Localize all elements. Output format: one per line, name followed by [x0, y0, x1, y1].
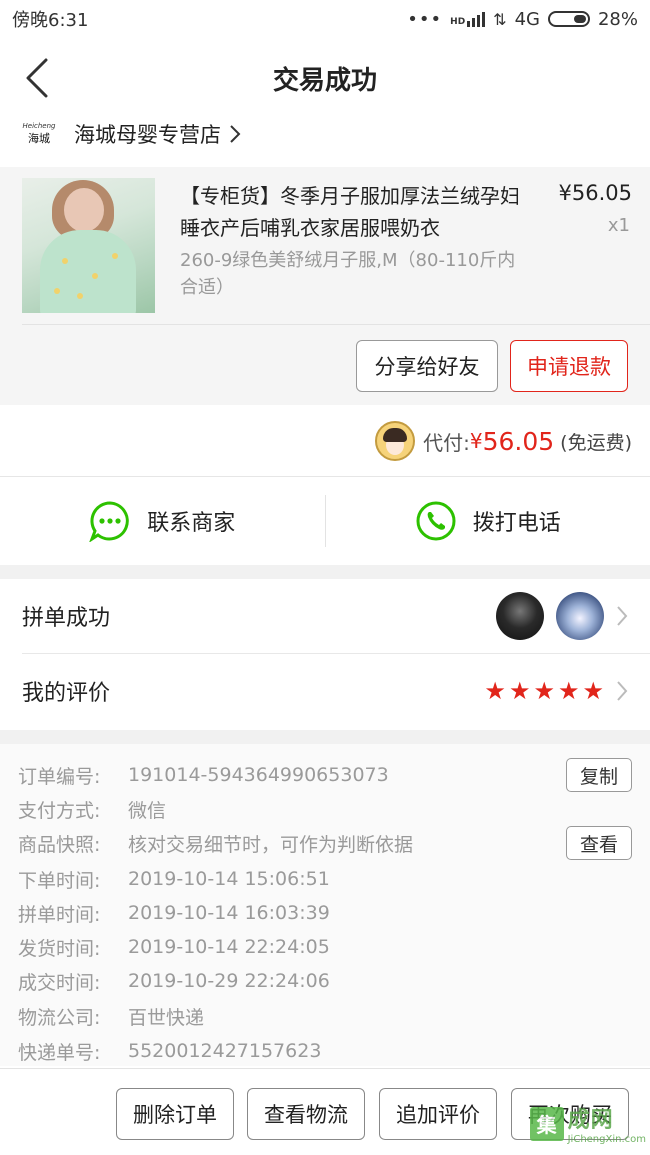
- deal-time-row: 成交时间: 2019-10-29 22:24:06: [18, 964, 330, 998]
- info-key: 快递单号:: [18, 1041, 101, 1064]
- snapshot-row: 商品快照: 核对交易细节时，可作为判断依据: [18, 826, 413, 860]
- tracking-number: 5520012427157623: [128, 1040, 322, 1062]
- nav-bar: 交易成功: [0, 40, 650, 116]
- info-key: 下单时间:: [18, 869, 101, 892]
- avatar: [556, 592, 604, 640]
- section-gap: [0, 730, 650, 744]
- divider: [22, 324, 650, 325]
- group-members: [496, 579, 628, 653]
- product-title[interactable]: 【专柜货】冬季月子服加厚法兰绒孕妇睡衣产后哺乳衣家居服喂奶衣: [180, 180, 525, 244]
- avatar: [496, 592, 544, 640]
- battery-level: 28%: [597, 8, 638, 30]
- snapshot-desc: 核对交易细节时，可作为判断依据: [128, 833, 414, 856]
- my-review-row[interactable]: 我的评价 ★ ★ ★ ★ ★: [0, 654, 650, 728]
- more-dots-icon: •••: [407, 8, 443, 30]
- review-rating: ★ ★ ★ ★ ★: [484, 654, 628, 728]
- payer-avatar: [375, 421, 416, 461]
- contact-row: 联系商家 拨打电话: [0, 477, 650, 565]
- contact-merchant-label: 联系商家: [147, 511, 236, 536]
- info-key: 拼单时间:: [18, 903, 101, 926]
- star-icon: ★: [582, 677, 604, 705]
- data-arrows-icon: ⇅: [493, 9, 507, 29]
- phone-icon: [416, 501, 456, 541]
- info-key: 订单编号:: [18, 765, 101, 788]
- signal-icon: HD: [450, 11, 486, 27]
- info-key: 支付方式:: [18, 799, 101, 822]
- network-type: 4G: [514, 8, 540, 30]
- battery-icon: [547, 11, 590, 27]
- back-arrow-icon[interactable]: [22, 58, 62, 98]
- signal-hd-label: HD: [450, 16, 466, 27]
- shipping-note: (免运费): [560, 431, 632, 454]
- group-label: 拼单成功: [22, 606, 111, 631]
- tracking-row: 快递单号: 5520012427157623: [18, 1034, 321, 1068]
- product-card[interactable]: 【专柜货】冬季月子服加厚法兰绒孕妇睡衣产后哺乳衣家居服喂奶衣 260-9绿色美舒…: [0, 167, 650, 405]
- call-label: 拨打电话: [472, 511, 561, 536]
- payment-amount: 56.05: [482, 426, 555, 456]
- status-time: 傍晚6:31: [12, 10, 89, 31]
- copy-button[interactable]: 复制: [566, 758, 632, 792]
- store-name: 海城母婴专营店: [74, 123, 221, 147]
- logistics-row: 物流公司: 百世快递: [18, 999, 204, 1033]
- pay-method: 微信: [128, 799, 167, 822]
- order-info: 订单编号: 191014-594364990653073 复制 支付方式: 微信…: [0, 744, 650, 1066]
- rating-stars: ★ ★ ★ ★ ★: [484, 677, 604, 705]
- star-icon: ★: [557, 677, 580, 705]
- ship-time-row: 发货时间: 2019-10-14 22:24:05: [18, 930, 330, 964]
- info-key: 物流公司:: [18, 1006, 101, 1029]
- review-label: 我的评价: [22, 681, 111, 706]
- call-button[interactable]: 拨打电话: [326, 500, 650, 542]
- payment-row: 代付: ¥ 56.05 (免运费): [0, 408, 650, 474]
- chevron-right-icon: [617, 606, 628, 626]
- bottom-action-bar: 删除订单 查看物流 追加评价 再次购买 集 成网 JiChengXin.com: [0, 1068, 650, 1155]
- star-icon: ★: [533, 677, 555, 705]
- status-bar: 傍晚6:31 ••• HD ⇅ 4G 28%: [0, 0, 650, 38]
- product-image[interactable]: [22, 178, 155, 313]
- status-icons: ••• HD ⇅ 4G 28%: [407, 9, 638, 30]
- product-quantity: x1: [607, 215, 630, 236]
- product-price: ¥56.05: [558, 181, 632, 205]
- star-icon: ★: [508, 677, 531, 705]
- pay-method-row: 支付方式: 微信: [18, 792, 166, 826]
- store-link[interactable]: Heicheng 海城 海城母婴专营店: [0, 112, 650, 156]
- page-title: 交易成功: [272, 65, 377, 96]
- deal-time: 2019-10-29 22:24:06: [128, 970, 330, 992]
- order-time: 2019-10-14 15:06:51: [128, 868, 330, 890]
- watermark-logo: 集 成网 JiChengXin.com: [529, 1102, 646, 1145]
- logistics-company: 百世快递: [128, 1006, 205, 1029]
- store-logo: Heicheng 海城: [22, 122, 56, 145]
- payment-label: 代付:: [423, 430, 470, 455]
- group-time-row: 拼单时间: 2019-10-14 16:03:39: [18, 896, 330, 930]
- group-success-row[interactable]: 拼单成功: [0, 579, 650, 653]
- section-gap: [0, 565, 650, 579]
- share-button[interactable]: 分享给好友: [356, 340, 498, 392]
- refund-button[interactable]: 申请退款: [510, 340, 628, 392]
- group-time: 2019-10-14 16:03:39: [128, 902, 330, 924]
- info-key: 成交时间:: [18, 971, 101, 994]
- view-snapshot-button[interactable]: 查看: [566, 826, 632, 860]
- info-key: 发货时间:: [18, 937, 101, 960]
- star-icon: ★: [484, 677, 506, 705]
- chevron-right-icon: [230, 125, 241, 143]
- chat-bubble-icon: [89, 501, 130, 542]
- add-review-button[interactable]: 追加评价: [379, 1088, 497, 1140]
- info-key: 商品快照:: [18, 833, 101, 856]
- payment-currency: ¥: [469, 429, 483, 453]
- order-number: 191014-594364990653073: [128, 764, 389, 786]
- ship-time: 2019-10-14 22:24:05: [128, 936, 330, 958]
- view-logistics-button[interactable]: 查看物流: [247, 1088, 365, 1140]
- chevron-right-icon: [617, 681, 628, 701]
- order-time-row: 下单时间: 2019-10-14 15:06:51: [18, 862, 330, 896]
- contact-merchant-button[interactable]: 联系商家: [0, 500, 325, 542]
- delete-order-button[interactable]: 删除订单: [116, 1088, 234, 1140]
- product-variant: 260-9绿色美舒绒月子服,M（80-110斤内合适）: [180, 250, 516, 298]
- order-number-row: 订单编号: 191014-594364990653073: [18, 758, 389, 792]
